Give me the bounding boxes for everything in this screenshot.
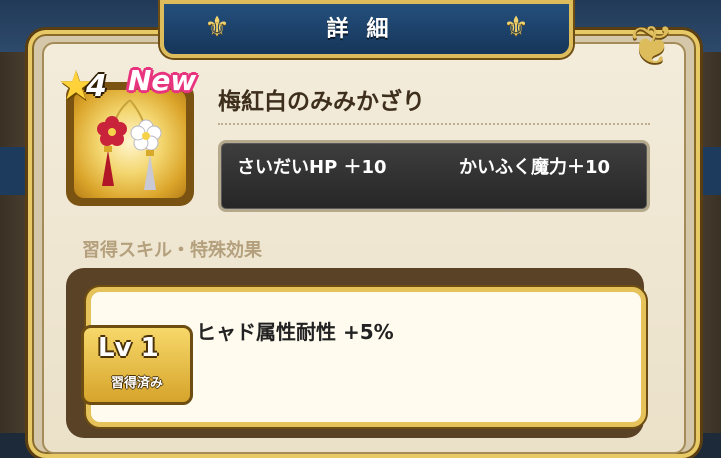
stats-box: さいだいHP ＋10 かいふく魔力＋10 [218, 140, 650, 212]
stat-healing-magic: かいふく魔力＋10 [459, 157, 611, 178]
level-label: Lv 1 [98, 333, 159, 363]
title-plate: ⚜ 詳細 ⚜ [160, 0, 573, 58]
divider [218, 123, 650, 125]
stat-max-hp: さいだいHP ＋10 [237, 157, 387, 178]
learned-status: 習得済み [110, 376, 163, 391]
new-badge: New [128, 64, 197, 97]
fleur-de-lis-icon: ⚜ [503, 10, 529, 43]
item-name: 梅紅白のみみかざり [218, 89, 425, 115]
skills-section-header: 習得スキル・特殊効果 [82, 240, 262, 261]
level-badge: Lv 1 習得済み [81, 325, 193, 405]
skill-effect: ヒャド属性耐性 +5% [196, 320, 394, 344]
corner-ornament-icon: ❦ [629, 14, 675, 77]
rarity-number: 4 [86, 69, 107, 104]
